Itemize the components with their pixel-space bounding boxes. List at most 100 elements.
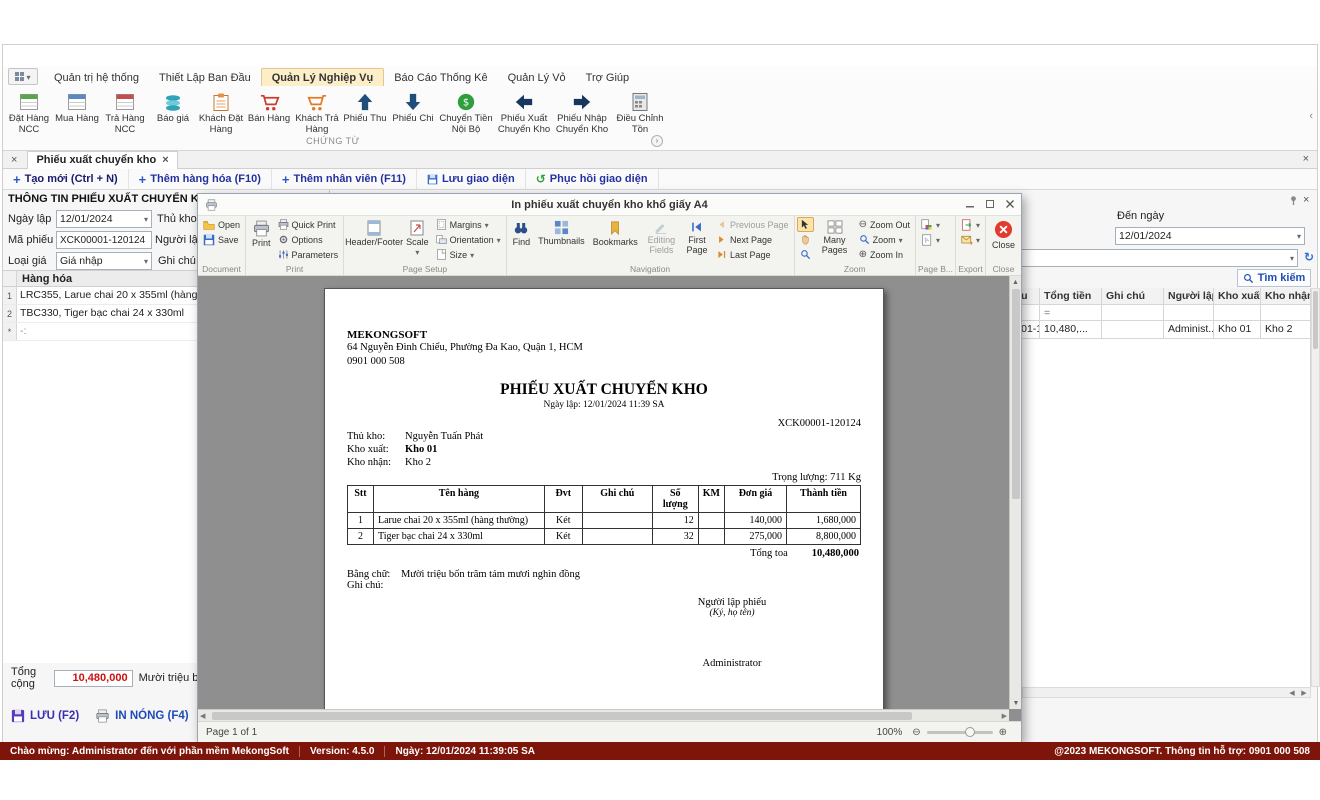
close-all-tabs-icon[interactable] — [11, 154, 17, 166]
ngay-lap-input[interactable]: 12/01/2024 — [56, 210, 152, 228]
dialog-close-icon[interactable] — [1003, 197, 1017, 211]
result-cell-kho-nhan[interactable]: Kho 2 — [1261, 321, 1311, 339]
page-color-button[interactable] — [918, 217, 953, 232]
tra-hang-ncc-button[interactable]: Trả Hàng NCC — [101, 88, 149, 135]
col-header-tong-tien[interactable]: Tổng tiền — [1040, 288, 1102, 305]
zoom-out-icon[interactable] — [912, 727, 920, 738]
hot-print-button[interactable]: IN NÓNG (F4) — [87, 705, 196, 727]
many-pages-button[interactable]: Many Pages — [814, 217, 856, 264]
previous-page-button[interactable]: Previous Page — [713, 217, 792, 232]
add-item-button[interactable]: Thêm hàng hóa (F10) — [129, 169, 272, 190]
date-dropdown-caret-icon[interactable] — [144, 213, 148, 225]
khach-dat-hang-button[interactable]: Khách Đặt Hàng — [197, 88, 245, 135]
orientation-button[interactable]: Orientation — [433, 232, 504, 247]
result-cell-ghi-chu[interactable] — [1102, 321, 1164, 339]
zoom-button[interactable]: Zoom — [856, 232, 913, 247]
thumbnails-button[interactable]: Thumbnails — [534, 217, 589, 264]
result-cell-tong-tien[interactable]: 10,480,... — [1040, 321, 1102, 339]
warehouse-filter-select[interactable] — [1000, 249, 1298, 267]
find-button[interactable]: Find — [509, 217, 535, 264]
filter-cell[interactable] — [1164, 305, 1214, 321]
print-button[interactable]: Print — [248, 217, 275, 264]
search-button[interactable]: Tìm kiếm — [1237, 269, 1311, 287]
bao-gia-button[interactable]: Báo giá — [149, 88, 197, 135]
preview-area[interactable]: MEKONGSOFT 64 Nguyễn Đình Chiểu, Phường … — [198, 276, 1021, 721]
new-voucher-button[interactable]: Tạo mới (Ctrl + N) — [3, 169, 129, 190]
zoom-slider[interactable] — [927, 731, 993, 734]
save-button[interactable]: Save — [200, 232, 243, 247]
last-page-button[interactable]: Last Page — [713, 247, 792, 262]
preview-hscroll-thumb[interactable] — [212, 712, 912, 720]
col-header-ghi-chu[interactable]: Ghi chú — [1102, 288, 1164, 305]
loai-gia-select[interactable]: Giá nhập — [56, 252, 152, 270]
col-header-nguoi-lap[interactable]: Người lập — [1164, 288, 1214, 305]
header-footer-button[interactable]: Header/Footer — [346, 217, 402, 264]
dat-hang-ncc-button[interactable]: Đặt Hàng NCC — [5, 88, 53, 135]
ban-hang-button[interactable]: Bán Hàng — [245, 88, 293, 135]
phieu-xuat-chuyen-kho-button[interactable]: Phiếu Xuất Chuyển Kho — [495, 88, 553, 135]
tab-phieu-xuat-chuyen-kho[interactable]: Phiếu xuất chuyển kho — [27, 151, 177, 169]
dieu-chinh-ton-button[interactable]: Điều Chỉnh Tồn — [611, 88, 669, 135]
ribbon-tab-quan-ly-nghiep-vu[interactable]: Quản Lý Nghiệp Vụ — [261, 68, 384, 86]
grid-vertical-scrollbar[interactable] — [1311, 288, 1320, 687]
khach-tra-hang-button[interactable]: Khách Trả Hàng — [293, 88, 341, 135]
save-layout-button[interactable]: Lưu giao diện — [417, 169, 526, 190]
scroll-right-icon[interactable] — [1298, 689, 1310, 697]
scroll-left-icon[interactable] — [1286, 689, 1298, 697]
filter-cell[interactable] — [1102, 305, 1164, 321]
export-document-button[interactable] — [958, 217, 983, 232]
dialog-maximize-icon[interactable] — [983, 197, 997, 211]
options-button[interactable]: Options — [275, 232, 342, 247]
ribbon-tab-tro-giup[interactable]: Trợ Giúp — [576, 69, 639, 86]
hand-tool-button[interactable] — [797, 232, 814, 247]
save-voucher-button[interactable]: LƯU (F2) — [3, 705, 87, 727]
scroll-down-icon[interactable]: ▼ — [1010, 697, 1021, 709]
app-menu-button[interactable] — [8, 68, 38, 85]
dialog-titlebar[interactable]: In phiếu xuất chuyển kho khổ giấy A4 — [198, 194, 1021, 216]
result-cell-nguoi-lap[interactable]: Administ... — [1164, 321, 1214, 339]
phieu-nhap-chuyen-kho-button[interactable]: Phiếu Nhập Chuyển Kho — [553, 88, 611, 135]
first-page-button[interactable]: First Page — [681, 217, 713, 264]
refresh-icon[interactable] — [1304, 250, 1314, 264]
filter-cell[interactable] — [1261, 305, 1311, 321]
open-button[interactable]: Open — [200, 217, 243, 232]
chuyen-tien-noi-bo-button[interactable]: $ Chuyển Tiền Nội Bộ — [437, 88, 495, 135]
preview-horizontal-scrollbar[interactable] — [198, 709, 1009, 721]
editing-fields-button[interactable]: Editing Fields — [642, 217, 681, 264]
close-preview-button[interactable]: Close — [988, 217, 1019, 264]
scroll-up-icon[interactable]: ▲ — [1010, 276, 1021, 288]
filter-caret-icon[interactable] — [1290, 252, 1294, 264]
add-staff-button[interactable]: Thêm nhân viên (F11) — [272, 169, 417, 190]
col-header-kho-xuat[interactable]: Kho xuất — [1214, 288, 1261, 305]
loai-gia-caret-icon[interactable] — [144, 255, 148, 267]
ribbon-group-launcher-icon[interactable]: › — [651, 135, 663, 147]
mua-hang-button[interactable]: Mua Hàng — [53, 88, 101, 135]
bookmarks-button[interactable]: Bookmarks — [589, 217, 642, 264]
scrollbar-thumb[interactable] — [1313, 291, 1318, 349]
watermark-button[interactable]: A — [918, 232, 953, 247]
pin-panel-icon[interactable] — [1288, 195, 1299, 206]
ribbon-tab-quan-tri-he-thong[interactable]: Quản trị hệ thống — [44, 69, 149, 86]
den-ngay-input[interactable]: 12/01/2024 — [1115, 227, 1305, 245]
size-button[interactable]: Size — [433, 247, 504, 262]
quick-print-button[interactable]: Quick Print — [275, 217, 342, 232]
result-cell-kho-xuat[interactable]: Kho 01 — [1214, 321, 1261, 339]
scroll-right-icon[interactable] — [1002, 712, 1007, 720]
export-send-button[interactable] — [958, 232, 983, 247]
preview-vertical-scrollbar[interactable]: ▲ ▼ — [1009, 276, 1021, 709]
parameters-button[interactable]: Parameters — [275, 247, 342, 262]
phieu-thu-button[interactable]: Phiếu Thu — [341, 88, 389, 135]
ribbon-tab-bao-cao-thong-ke[interactable]: Báo Cáo Thống Kê — [384, 69, 497, 86]
zoom-slider-thumb[interactable] — [965, 727, 975, 737]
margins-button[interactable]: Margins — [433, 217, 504, 232]
ma-phieu-input[interactable]: XCK00001-120124 — [56, 231, 152, 249]
tabstrip-close-icon[interactable] — [1303, 153, 1309, 165]
zoom-in-icon[interactable] — [999, 727, 1007, 738]
den-ngay-caret-icon[interactable] — [1297, 230, 1301, 242]
ribbon-tab-quan-ly-vo[interactable]: Quản Lý Vỏ — [498, 69, 576, 86]
filter-cell-tong-tien[interactable]: = — [1040, 305, 1102, 321]
pointer-tool-button[interactable] — [797, 217, 814, 232]
phieu-chi-button[interactable]: Phiếu Chi — [389, 88, 437, 135]
preview-scroll-thumb[interactable] — [1012, 289, 1020, 499]
filter-cell[interactable] — [1214, 305, 1261, 321]
